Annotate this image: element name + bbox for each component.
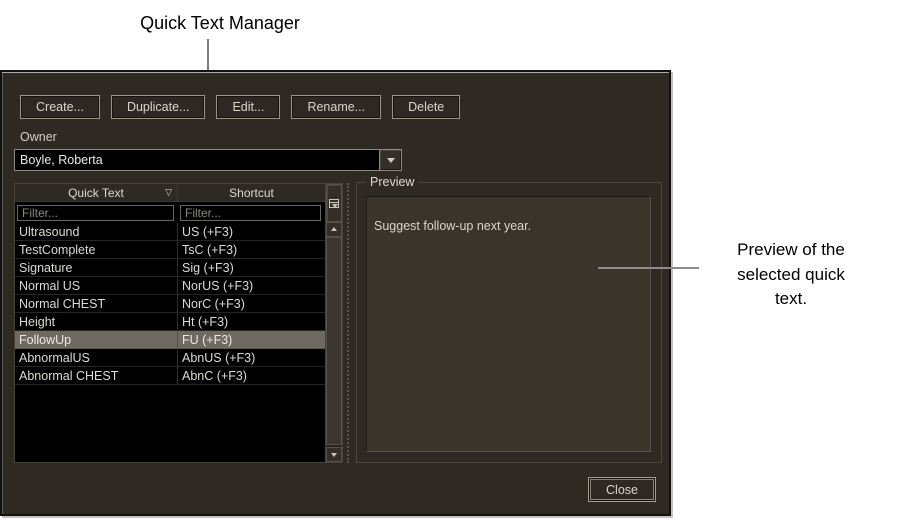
shortcut-cell: AbnC (+F3) <box>178 367 325 385</box>
quick-text-cell: Ultrasound <box>15 223 178 241</box>
table-row[interactable]: Ultrasound US (+F3) <box>15 223 325 241</box>
column-chooser-button[interactable] <box>326 184 342 222</box>
filter-cell <box>15 202 178 223</box>
scrollbar-down-button[interactable] <box>326 447 342 462</box>
preview-text-area: Suggest follow-up next year. <box>366 196 651 452</box>
quick-text-cell: Abnormal CHEST <box>15 367 178 385</box>
table-header-row: Quick Text ▽ Shortcut <box>15 184 325 202</box>
column-header-label: Shortcut <box>229 185 274 200</box>
preview-group-label: Preview <box>366 175 419 189</box>
shortcut-cell: Sig (+F3) <box>178 259 325 277</box>
quick-text-cell: Normal US <box>15 277 178 295</box>
table-row[interactable]: Abnormal CHEST AbnC (+F3) <box>15 367 325 385</box>
toolbar-button[interactable]: Create... <box>20 95 100 119</box>
filter-row <box>15 202 325 223</box>
filter-cell <box>178 202 325 223</box>
annotation-title: Quick Text Manager <box>140 13 300 33</box>
column-header-quick-text[interactable]: Quick Text ▽ <box>15 184 178 202</box>
table-side-column <box>325 184 342 462</box>
table-row[interactable]: Normal US NorUS (+F3) <box>15 277 325 295</box>
scrollbar-up-button[interactable] <box>326 222 342 237</box>
chevron-down-icon <box>386 158 395 167</box>
scrollbar-thumb[interactable] <box>326 237 342 445</box>
close-button[interactable]: Close <box>588 477 656 502</box>
table-preview-splitter[interactable] <box>345 183 351 463</box>
table-row[interactable]: Normal CHEST NorC (+F3) <box>15 295 325 313</box>
table-row[interactable]: TestComplete TsC (+F3) <box>15 241 325 259</box>
quick-text-cell: Signature <box>15 259 178 277</box>
annotation-note-line: Preview of the <box>737 240 845 259</box>
shortcut-cell: Ht (+F3) <box>178 313 325 331</box>
scrollbar-track[interactable] <box>326 237 342 447</box>
splitter-dots <box>347 183 349 463</box>
owner-dropdown-arrow-button[interactable] <box>379 150 401 170</box>
table-row[interactable]: AbnormalUS AbnUS (+F3) <box>15 349 325 367</box>
shortcut-cell: US (+F3) <box>178 223 325 241</box>
toolbar-button[interactable]: Rename... <box>291 95 382 119</box>
arrow-down-icon <box>331 453 337 460</box>
quick-text-table: Quick Text ▽ Shortcut Ultras <box>14 183 343 463</box>
column-header-label: Quick Text <box>68 185 124 200</box>
shortcut-cell: NorUS (+F3) <box>178 277 325 295</box>
quick-text-cell: AbnormalUS <box>15 349 178 367</box>
callout-line-vertical <box>207 39 209 70</box>
table-row[interactable]: FollowUp FU (+F3) <box>15 331 325 349</box>
table-body: Ultrasound US (+F3) TestComplete TsC (+F… <box>15 223 325 462</box>
annotation-note-line: selected quick <box>737 264 845 284</box>
quick-text-manager-dialog: Create... Duplicate... Edit... Rename... Del… <box>0 70 671 516</box>
quick-text-cell: FollowUp <box>15 331 178 349</box>
preview-group: Preview Suggest follow-up next year. <box>356 175 662 463</box>
toolbar-button[interactable]: Delete <box>392 95 461 119</box>
quick-text-cell: Normal CHEST <box>15 295 178 313</box>
table-main: Quick Text ▽ Shortcut Ultras <box>15 184 325 462</box>
column-header-shortcut[interactable]: Shortcut <box>178 184 325 202</box>
annotation-preview-note: Preview of the selected quick text. <box>700 238 882 312</box>
arrow-up-icon <box>331 224 337 231</box>
column-chooser-icon <box>329 198 339 208</box>
toolbar-button[interactable]: Edit... <box>216 95 281 119</box>
quick-text-cell: Height <box>15 313 178 331</box>
sort-indicator-icon: ▽ <box>165 187 172 197</box>
annotation-note-line: text. <box>774 289 808 308</box>
shortcut-filter-input[interactable] <box>180 205 321 221</box>
toolbar: Create... Duplicate... Edit... Rename... Del… <box>20 95 461 119</box>
table-row[interactable]: Height Ht (+F3) <box>15 313 325 331</box>
toolbar-button[interactable]: Duplicate... <box>110 95 206 119</box>
quick-text-cell: TestComplete <box>15 241 178 259</box>
table-row[interactable]: Signature Sig (+F3) <box>15 259 325 277</box>
owner-dropdown[interactable]: Boyle, Roberta <box>14 149 402 171</box>
owner-label: Owner <box>20 130 57 144</box>
quick-text-filter-input[interactable] <box>17 205 174 221</box>
shortcut-cell: FU (+F3) <box>178 331 325 349</box>
callout-line-horizontal <box>598 267 699 269</box>
shortcut-cell: AbnUS (+F3) <box>178 349 325 367</box>
shortcut-cell: NorC (+F3) <box>178 295 325 313</box>
owner-dropdown-value: Boyle, Roberta <box>20 153 103 167</box>
shortcut-cell: TsC (+F3) <box>178 241 325 259</box>
